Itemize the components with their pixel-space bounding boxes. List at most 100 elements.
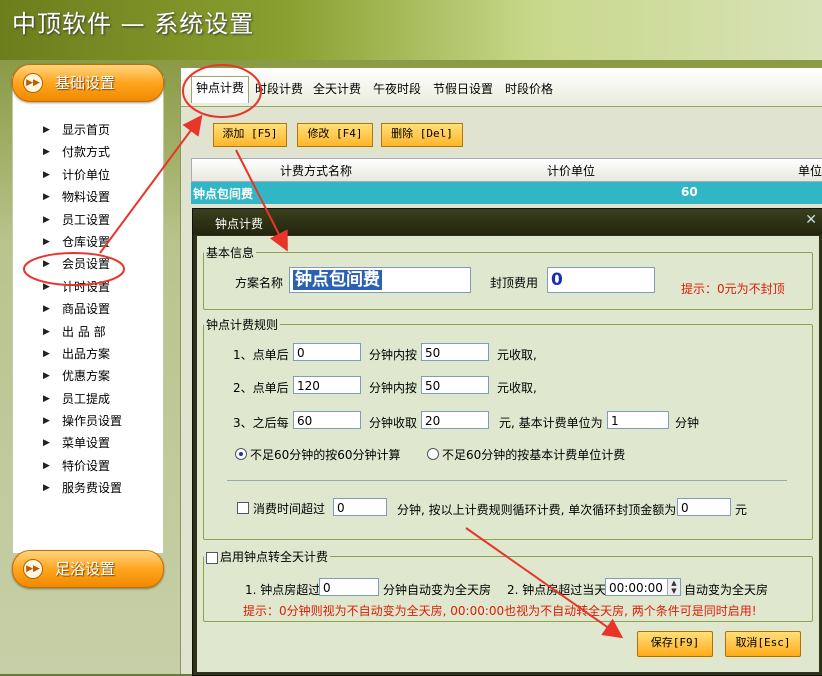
- rule3-label: 3、之后每: [233, 416, 289, 430]
- rule1-end: 元收取,: [497, 348, 537, 362]
- cycle-checkbox[interactable]: [237, 502, 249, 514]
- sidebar-item[interactable]: ▶ 员工提成: [13, 388, 163, 410]
- tab-period-price[interactable]: 时段价格: [501, 78, 557, 102]
- tab-period[interactable]: 时段计费: [251, 78, 307, 102]
- tab-fullday[interactable]: 全天计费: [309, 78, 365, 102]
- sidebar-item[interactable]: ▶ 服务费设置: [13, 477, 163, 499]
- fullday-legend: 启用钟点转全天计费: [204, 548, 330, 565]
- base-unit-label: 分钟: [675, 416, 700, 430]
- sidebar-item[interactable]: ▶ 计价单位: [13, 164, 163, 186]
- cycle-label: 消费时间超过: [253, 502, 326, 516]
- rule3-minutes-field[interactable]: 60: [293, 411, 361, 429]
- cap-field[interactable]: 0: [547, 267, 655, 293]
- arrow-right-icon: ▶: [43, 236, 50, 247]
- tab-bar: 钟点计费 时段计费 全天计费 午夜时段 节假日设置 时段价格: [181, 68, 822, 107]
- dialog-titlebar: 钟点计费 ✕: [193, 209, 822, 235]
- tab-holiday[interactable]: 节假日设置: [429, 78, 497, 102]
- rule1-price-field[interactable]: 50: [421, 343, 489, 361]
- cycle-mid: 分钟, 按以上计费规则循环计费, 单次循环封顶金额为: [397, 503, 677, 517]
- accordion-basic-settings[interactable]: ▶▶ 基础设置: [12, 64, 164, 102]
- tab-hourly[interactable]: 钟点计费: [191, 76, 250, 103]
- arrow-right-icon: ▶: [43, 438, 50, 449]
- rule2-end: 元收取,: [497, 381, 537, 395]
- close-icon[interactable]: ✕: [805, 212, 817, 228]
- fullday-time-field[interactable]: 00:00:00 ▲ ▼: [605, 578, 681, 596]
- hourly-billing-dialog: 钟点计费 ✕ 基本信息 方案名称 钟点包间费 封顶费用 0 提示：0元为不封顶 …: [192, 208, 822, 676]
- sidebar-item-timing[interactable]: ▶ 计时设置: [13, 276, 163, 298]
- arrow-right-icon: ▶: [43, 348, 50, 359]
- save-button[interactable]: 保存[F9]: [637, 631, 713, 657]
- rule2-minutes-field[interactable]: 120: [293, 376, 361, 394]
- rule1-minutes-field[interactable]: 0: [293, 343, 361, 361]
- rule1-label: 1、点单后: [233, 348, 289, 362]
- sidebar-item[interactable]: ▶ 出 品 部: [13, 321, 163, 343]
- fullday-cond1-label: 1. 钟点房超过: [245, 583, 321, 597]
- arrow-right-icon: ▶: [43, 460, 50, 471]
- fullday-cond2-end: 自动变为全天房: [684, 583, 769, 597]
- rule2-label: 2、点单后: [233, 381, 289, 395]
- dialog-body: 基本信息 方案名称 钟点包间费 封顶费用 0 提示：0元为不封顶 钟点计费规则 …: [197, 236, 819, 672]
- add-button[interactable]: 添加 [F5]: [213, 123, 287, 147]
- sidebar-item[interactable]: ▶ 菜单设置: [13, 432, 163, 454]
- sidebar-item[interactable]: ▶ 特价设置: [13, 455, 163, 477]
- spin-up-down-icon[interactable]: ▲ ▼: [667, 579, 680, 595]
- tab-midnight[interactable]: 午夜时段: [369, 78, 425, 102]
- fullday-checkbox[interactable]: [206, 551, 218, 564]
- sidebar-item[interactable]: ▶ 操作员设置: [13, 410, 163, 432]
- divider: [227, 480, 787, 481]
- column-unit[interactable]: 计价单位: [547, 162, 595, 179]
- rule1-mid: 分钟内按: [369, 348, 418, 362]
- arrow-right-icon: ▶: [43, 416, 50, 427]
- base-unit-field[interactable]: 1: [607, 411, 669, 429]
- fullday-hint: 提示：0分钟则视为不自动变为全天房, 00:00:00也视为不自动转全天房, 两…: [243, 604, 757, 618]
- column-name[interactable]: 计费方式名称: [280, 162, 352, 179]
- sidebar-item[interactable]: ▶ 付款方式: [13, 141, 163, 163]
- radio-base-unit[interactable]: [427, 448, 439, 460]
- cycle-minutes-field[interactable]: 0: [333, 498, 387, 516]
- rule3-price-field[interactable]: 20: [421, 411, 489, 429]
- sidebar-item[interactable]: ▶ 商品设置: [13, 298, 163, 320]
- fullday-cond1-end: 分钟自动变为全天房: [383, 583, 492, 597]
- plan-name-field[interactable]: 钟点包间费: [289, 267, 471, 293]
- sidebar-item[interactable]: ▶ 优惠方案: [13, 365, 163, 387]
- fullday-cond2-label: 2. 钟点房超过当天: [507, 583, 607, 597]
- rule3-mid: 分钟收取: [369, 416, 418, 430]
- rule3-end: 元, 基本计费单位为: [499, 416, 603, 430]
- plan-name-label: 方案名称: [235, 276, 284, 290]
- delete-button[interactable]: 删除 [Del]: [381, 123, 463, 147]
- rule2-mid: 分钟内按: [369, 381, 418, 395]
- fullday-minutes-field[interactable]: 0: [319, 578, 379, 596]
- expand-icon: ▶▶: [23, 73, 43, 93]
- cycle-cap-field[interactable]: 0: [677, 498, 731, 516]
- cap-hint: 提示：0元为不封顶: [681, 282, 785, 296]
- sidebar-panel: ▶ 显示首页 ▶ 付款方式 ▶ 计价单位 ▶ 物料设置 ▶ 员工设置 ▶ 仓库设置 ▶ 会员设…: [12, 76, 164, 554]
- radio-round-60-label[interactable]: 不足60分钟的按60分钟计算: [250, 446, 401, 463]
- cycle-end: 元: [735, 503, 748, 517]
- sidebar-item[interactable]: ▶ 物料设置: [13, 186, 163, 208]
- cell-unit: 60: [681, 185, 698, 199]
- arrow-right-icon: ▶: [43, 304, 50, 315]
- sidebar-item[interactable]: ▶ 会员设置: [13, 253, 163, 275]
- sidebar-item[interactable]: ▶ 出品方案: [13, 343, 163, 365]
- sidebar-item[interactable]: ▶ 员工设置: [13, 209, 163, 231]
- sidebar-item[interactable]: ▶ 显示首页: [13, 119, 163, 141]
- expand-icon: ▶▶: [23, 559, 43, 579]
- sidebar: ▶ 显示首页 ▶ 付款方式 ▶ 计价单位 ▶ 物料设置 ▶ 员工设置 ▶ 仓库设置 ▶ 会员设…: [12, 64, 164, 588]
- arrow-right-icon: ▶: [43, 281, 50, 292]
- radio-base-unit-label[interactable]: 不足60分钟的按基本计费单位计费: [442, 446, 625, 463]
- cancel-button[interactable]: 取消[Esc]: [725, 631, 801, 657]
- arrow-right-icon: ▶: [43, 192, 50, 203]
- edit-button[interactable]: 修改 [F4]: [297, 123, 373, 147]
- arrow-right-icon: ▶: [43, 147, 50, 158]
- sidebar-item[interactable]: ▶ 仓库设置: [13, 231, 163, 253]
- sidebar-menu: ▶ 显示首页 ▶ 付款方式 ▶ 计价单位 ▶ 物料设置 ▶ 员工设置 ▶ 仓库设置 ▶ 会员设…: [13, 119, 163, 500]
- column-unit2[interactable]: 单位: [798, 162, 822, 179]
- grid-header: 计费方式名称 计价单位 单位: [191, 158, 822, 182]
- arrow-right-icon: ▶: [43, 214, 50, 225]
- dialog-title: 钟点计费: [215, 217, 264, 231]
- accordion-foot-settings[interactable]: ▶▶ 足浴设置: [12, 550, 164, 588]
- rule2-price-field[interactable]: 50: [421, 376, 489, 394]
- table-row[interactable]: 钟点包间费 60: [191, 182, 822, 204]
- arrow-right-icon: ▶: [43, 483, 50, 494]
- radio-round-60[interactable]: [235, 448, 247, 460]
